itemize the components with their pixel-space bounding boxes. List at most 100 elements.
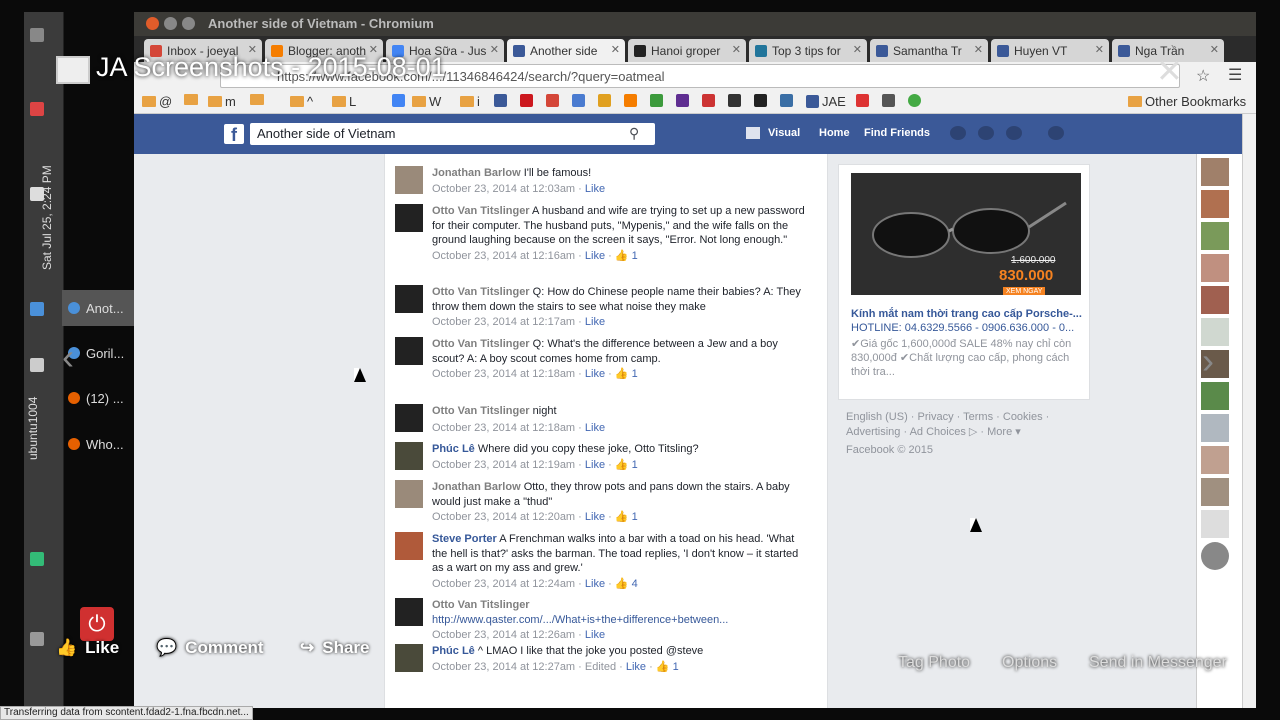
menu-icon[interactable]: ☰ <box>1228 65 1242 85</box>
share-button[interactable]: ↪ Share <box>300 638 370 658</box>
comment-author[interactable]: Steve Porter <box>432 533 497 545</box>
like-count[interactable]: 👍 1 <box>615 511 638 523</box>
bookmark[interactable] <box>754 94 767 107</box>
bookmark[interactable] <box>780 94 793 107</box>
clock[interactable]: Sat Jul 25, 2:24 PM <box>40 150 54 270</box>
ad-title[interactable]: Kính mắt nam thời trang cao cấp Porsche-… <box>851 308 1083 320</box>
close-tab-icon[interactable]: ✕ <box>974 43 983 56</box>
comment-author[interactable]: Otto Van Titslinger <box>432 338 530 350</box>
chat-avatar[interactable] <box>1201 190 1229 218</box>
like-link[interactable]: Like <box>585 578 605 590</box>
maximize-button[interactable] <box>182 17 195 30</box>
search-input[interactable]: Another side of Vietnam <box>250 123 655 145</box>
comment-time[interactable]: October 23, 2014 at 12:17am <box>432 316 575 328</box>
tab-active[interactable]: Another side ✕ <box>507 39 625 62</box>
volume-icon[interactable] <box>30 358 44 372</box>
bookmark-folder[interactable]: L <box>332 94 356 109</box>
like-button[interactable]: 👍 Like <box>56 638 119 658</box>
bookmark-folder[interactable] <box>184 94 198 105</box>
comment-time[interactable]: October 23, 2014 at 12:18am <box>432 368 575 380</box>
like-link[interactable]: Like <box>585 183 605 195</box>
tab[interactable]: Samantha Tr ✕ <box>870 39 988 62</box>
comment-author[interactable]: Otto Van Titslinger <box>432 205 530 217</box>
app-icon[interactable] <box>30 102 44 116</box>
search-icon[interactable]: ⚲ <box>629 125 639 142</box>
bookmark[interactable] <box>598 94 611 107</box>
comment-link[interactable]: http://www.qaster.com/.../What+is+the+di… <box>432 613 810 628</box>
bookmark[interactable] <box>520 94 533 107</box>
chat-avatar[interactable] <box>1201 478 1229 506</box>
avatar[interactable] <box>395 532 423 560</box>
chat-avatar[interactable] <box>1201 286 1229 314</box>
like-link[interactable]: Like <box>585 368 605 380</box>
comment-author[interactable]: Jonathan Barlow <box>432 481 521 493</box>
comment-time[interactable]: October 23, 2014 at 12:16am <box>432 250 575 262</box>
album-title[interactable]: JA Screenshots - 2015-08-01 <box>96 52 446 83</box>
nav-find-friends[interactable]: Find Friends <box>864 127 930 139</box>
close-tab-icon[interactable]: ✕ <box>1210 43 1219 56</box>
bookmark[interactable] <box>676 94 689 107</box>
chat-avatar[interactable] <box>1201 222 1229 250</box>
facebook-logo-icon[interactable]: f <box>224 124 244 145</box>
like-link[interactable]: Like <box>585 316 605 328</box>
like-link[interactable]: Like <box>585 459 605 471</box>
comment-time[interactable]: October 23, 2014 at 12:03am <box>432 183 575 195</box>
like-link[interactable]: Like <box>585 250 605 262</box>
avatar[interactable] <box>395 166 423 194</box>
tab[interactable]: Hanoi groper ✕ <box>628 39 746 62</box>
comment-time[interactable]: October 23, 2014 at 12:19am <box>432 459 575 471</box>
bookmark[interactable] <box>624 94 637 107</box>
bookmark-folder[interactable]: @ <box>142 94 172 109</box>
task-item[interactable]: Who... <box>62 426 134 462</box>
footer-links[interactable]: English (US) · Privacy · Terms · Cookies… <box>846 410 1076 439</box>
like-link[interactable]: Like <box>585 422 605 434</box>
comment-time[interactable]: October 23, 2014 at 12:18am <box>432 422 575 434</box>
previous-photo-icon[interactable]: ‹ <box>62 336 74 378</box>
ad-image[interactable]: 1.600.000 830.000 XEM NGAY <box>851 173 1081 295</box>
nav-home[interactable]: Home <box>819 127 850 139</box>
chat-avatar[interactable] <box>1201 382 1229 410</box>
nav-visual[interactable]: Visual <box>768 127 800 139</box>
avatar[interactable] <box>395 337 423 365</box>
star-icon[interactable]: ☆ <box>1196 66 1210 86</box>
app-icon[interactable] <box>30 552 44 566</box>
bookmark[interactable] <box>908 94 921 107</box>
avatar[interactable] <box>395 442 423 470</box>
close-tab-icon[interactable]: ✕ <box>1095 43 1104 56</box>
chat-avatar[interactable] <box>1201 446 1229 474</box>
bookmark[interactable] <box>728 94 741 107</box>
tag-photo-button[interactable]: Tag Photo <box>898 654 970 672</box>
bookmark[interactable] <box>392 94 405 107</box>
bookmark-folder[interactable]: i <box>460 94 480 109</box>
ad-hotline[interactable]: HOTLINE: 04.6329.5566 - 0906.636.000 - 0… <box>851 322 1083 334</box>
close-tab-icon[interactable]: ✕ <box>853 43 862 56</box>
page-scrollbar[interactable] <box>1242 114 1256 708</box>
avatar[interactable] <box>395 285 423 313</box>
task-item[interactable]: (12) ... <box>62 380 134 416</box>
comment-author[interactable]: Otto Van Titslinger <box>432 599 530 611</box>
chat-avatar[interactable] <box>1201 254 1229 282</box>
comment-time[interactable]: October 23, 2014 at 12:20am <box>432 511 575 523</box>
account-menu-icon[interactable] <box>1048 126 1064 140</box>
avatar[interactable] <box>395 404 423 432</box>
bookmark-folder[interactable]: W <box>412 94 441 109</box>
bookmark-folder[interactable] <box>250 94 264 105</box>
bookmark[interactable] <box>882 94 895 107</box>
tab[interactable]: Top 3 tips for ✕ <box>749 39 867 62</box>
close-icon[interactable]: ✕ <box>1156 52 1183 90</box>
other-bookmarks[interactable]: Other Bookmarks <box>1128 94 1246 109</box>
chat-avatar[interactable] <box>1201 158 1229 186</box>
bookmark[interactable] <box>702 94 715 107</box>
ad-cta-button[interactable]: XEM NGAY <box>1003 287 1046 295</box>
avatar[interactable] <box>395 480 423 508</box>
globe-icon[interactable] <box>1201 542 1229 570</box>
comment-author[interactable]: Otto Van Titslinger <box>432 286 530 298</box>
bookmark[interactable]: JAE <box>806 94 846 109</box>
chat-avatar[interactable] <box>1201 510 1229 538</box>
avatar[interactable] <box>395 598 423 626</box>
avatar[interactable] <box>395 204 423 232</box>
next-photo-icon[interactable]: › <box>1202 340 1214 382</box>
bookmark-folder[interactable]: ^ <box>290 94 313 109</box>
comment-time[interactable]: October 23, 2014 at 12:24am <box>432 578 575 590</box>
comment-author[interactable]: Otto Van Titslinger <box>432 405 530 417</box>
